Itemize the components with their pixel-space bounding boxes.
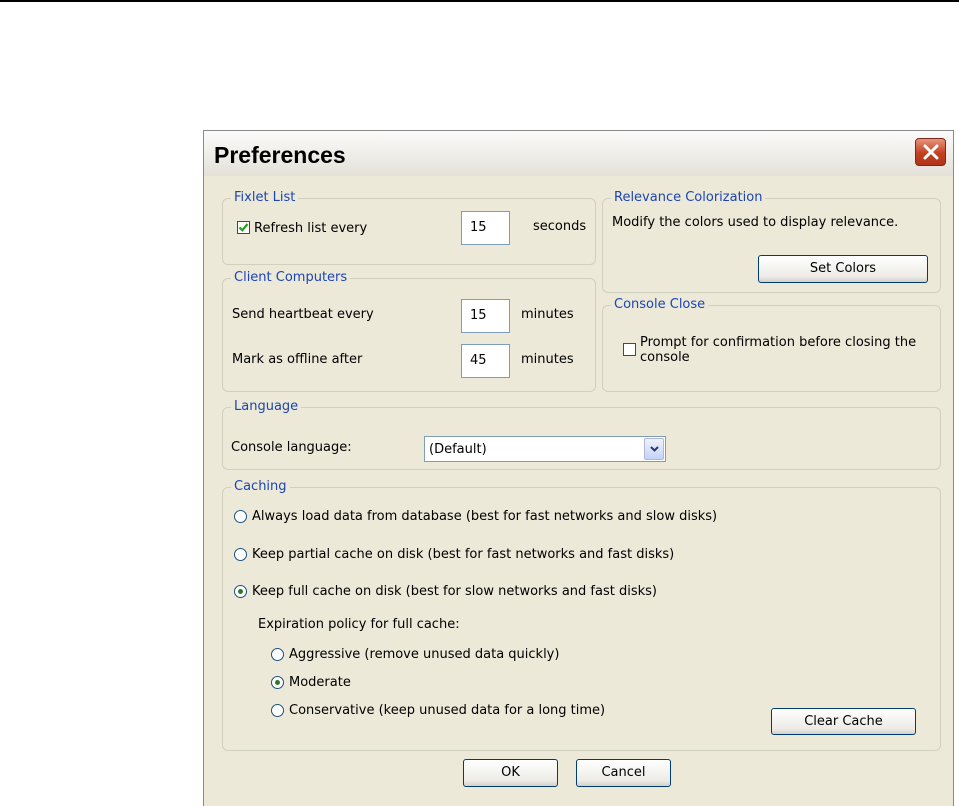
expiration-conservative-label: Conservative (keep unused data for a lon… — [289, 703, 606, 718]
chevron-down-icon — [649, 446, 659, 452]
refresh-list-checkbox[interactable] — [237, 221, 250, 234]
fixlet-list-group: Fixlet List Refresh list every 15 second… — [222, 190, 596, 265]
expiration-aggressive-radio[interactable] — [271, 648, 284, 661]
expiration-conservative-radio[interactable] — [271, 704, 284, 717]
cancel-button[interactable]: Cancel — [576, 759, 671, 787]
cache-option-full-label: Keep full cache on disk (best for slow n… — [252, 584, 657, 599]
refresh-unit-label: seconds — [533, 219, 587, 234]
title-bar[interactable]: Preferences — [204, 131, 953, 176]
relevance-colorization-group: Relevance Colorization Modify the colors… — [602, 190, 941, 293]
offline-label: Mark as offline after — [232, 352, 363, 367]
caching-legend: Caching — [231, 479, 290, 495]
refresh-interval-input[interactable]: 15 — [461, 211, 510, 245]
refresh-list-label: Refresh list every — [254, 221, 368, 236]
check-icon — [238, 223, 249, 232]
expiration-moderate-label: Moderate — [289, 675, 351, 690]
fixlet-list-legend: Fixlet List — [231, 190, 299, 206]
console-close-group: Console Close Prompt for confirmation be… — [602, 297, 941, 392]
console-language-select[interactable]: (Default) — [424, 436, 666, 462]
offline-input[interactable]: 45 — [461, 344, 510, 378]
heartbeat-input[interactable]: 15 — [461, 299, 510, 333]
console-language-label: Console language: — [231, 440, 352, 455]
cache-option-database-radio[interactable] — [234, 510, 247, 523]
radio-selected-dot — [238, 589, 243, 594]
prompt-confirmation-label-line1: Prompt for confirmation before closing t… — [640, 335, 917, 350]
relevance-colorization-legend: Relevance Colorization — [611, 190, 766, 206]
expiration-aggressive-label: Aggressive (remove unused data quickly) — [289, 647, 560, 662]
heartbeat-unit-label: minutes — [521, 307, 574, 322]
expiration-moderate-radio[interactable] — [271, 676, 284, 689]
expiration-policy-label: Expiration policy for full cache: — [258, 617, 460, 632]
prompt-confirmation-label-line2: console — [640, 350, 690, 365]
prompt-confirmation-checkbox[interactable] — [623, 343, 636, 356]
cache-option-partial-label: Keep partial cache on disk (best for fas… — [252, 547, 675, 562]
ok-button[interactable]: OK — [463, 759, 558, 787]
close-button[interactable] — [915, 138, 946, 166]
radio-selected-dot — [275, 680, 280, 685]
preferences-dialog: Preferences Fixlet List Refresh list eve… — [203, 130, 954, 806]
close-icon — [923, 144, 938, 160]
language-legend: Language — [231, 399, 302, 415]
relevance-description: Modify the colors used to display releva… — [612, 215, 899, 230]
heartbeat-label: Send heartbeat every — [232, 307, 374, 322]
cache-option-full-radio[interactable] — [234, 585, 247, 598]
set-colors-button[interactable]: Set Colors — [758, 255, 928, 283]
client-computers-group: Client Computers Send heartbeat every 15… — [222, 270, 596, 392]
console-language-value: (Default) — [429, 442, 487, 457]
dialog-title: Preferences — [214, 142, 346, 168]
page-top-rule — [0, 0, 959, 2]
offline-unit-label: minutes — [521, 352, 574, 367]
console-close-legend: Console Close — [611, 297, 709, 313]
console-language-dropdown-button[interactable] — [644, 438, 664, 460]
cache-option-database-label: Always load data from database (best for… — [252, 509, 718, 524]
clear-cache-button[interactable]: Clear Cache — [771, 708, 916, 735]
client-computers-legend: Client Computers — [231, 270, 351, 286]
cache-option-partial-radio[interactable] — [234, 548, 247, 561]
